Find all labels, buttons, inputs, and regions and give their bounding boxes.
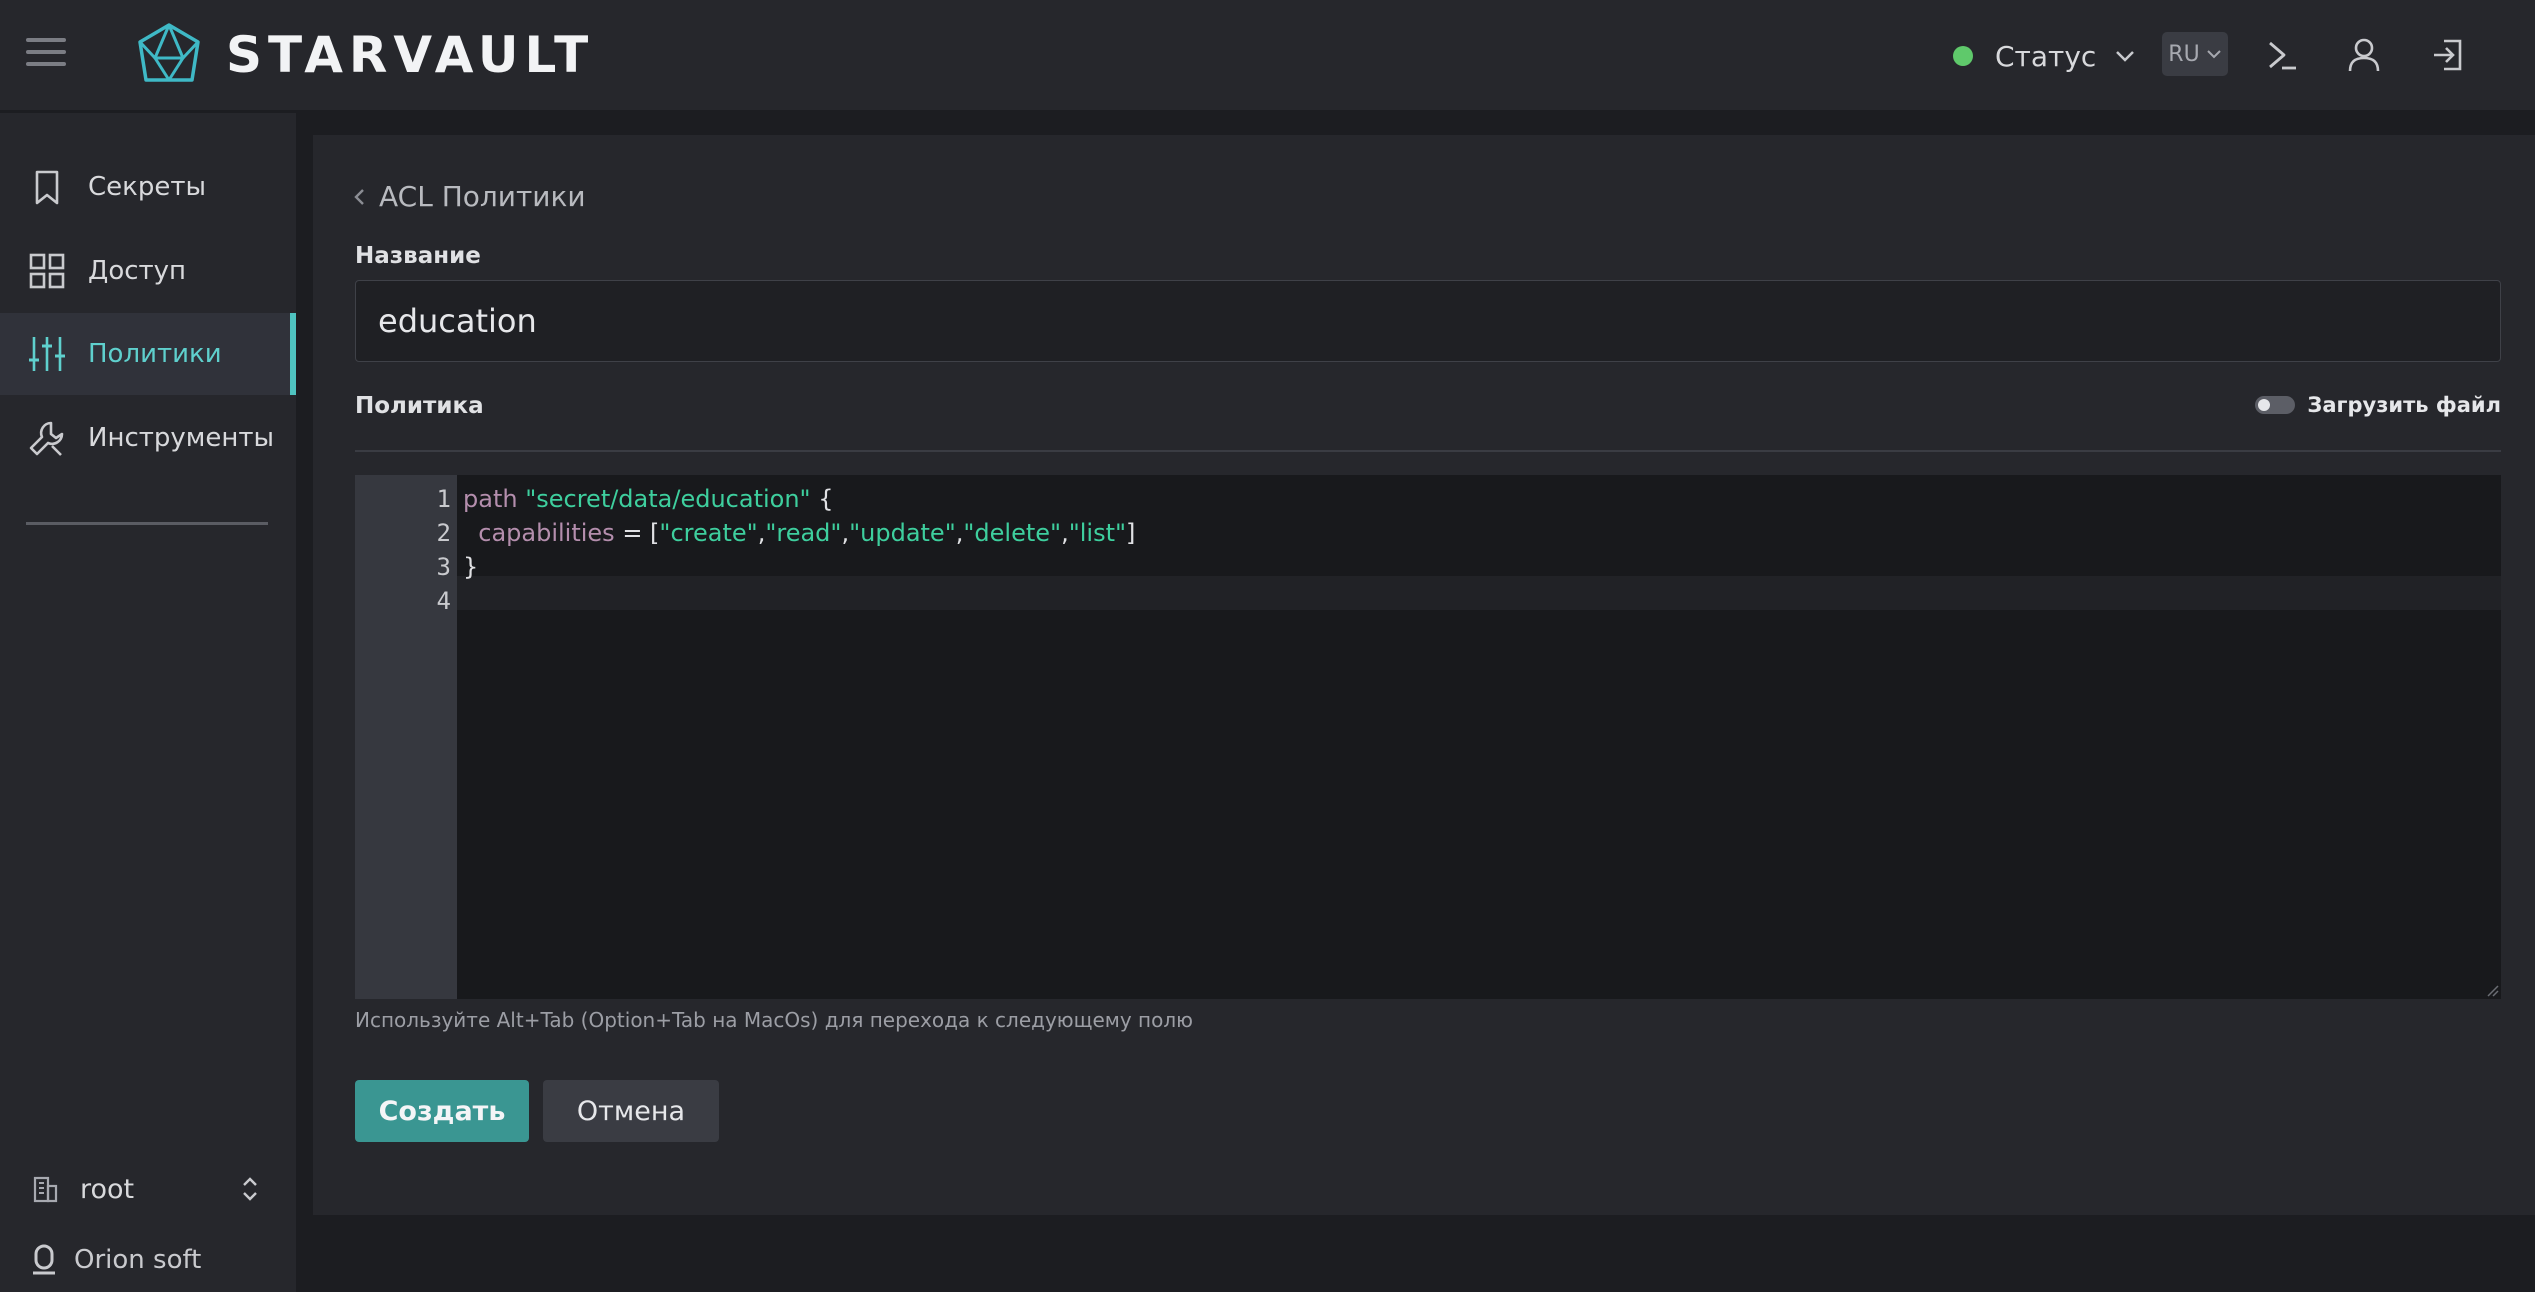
code-token: ] <box>1126 519 1136 547</box>
upload-file-toggle[interactable]: Загрузить файл <box>2255 393 2501 417</box>
cancel-button[interactable]: Отмена <box>543 1080 719 1142</box>
code-line: path "secret/data/education" { <box>463 485 833 513</box>
sidebar-item-label: Политики <box>88 339 222 369</box>
breadcrumb[interactable]: ACL Политики <box>353 180 586 213</box>
orion-logo-icon <box>33 1244 55 1275</box>
brand-name: STARVAULT <box>226 26 595 84</box>
line-number: 1 <box>436 485 451 513</box>
sidebar-divider <box>26 522 268 525</box>
policy-code-editor[interactable]: 1 2 3 4 path "secret/data/education" { c… <box>355 475 2501 999</box>
code-token: "secret/data/education" <box>525 485 811 513</box>
organization-label: Orion soft <box>74 1245 202 1275</box>
toggle-switch[interactable] <box>2255 396 2296 414</box>
user-icon[interactable] <box>2344 35 2384 75</box>
building-icon <box>33 1176 58 1203</box>
sidebar-item-access[interactable]: Доступ <box>0 230 296 312</box>
policy-name-input[interactable]: education <box>355 280 2501 362</box>
chevron-down-icon <box>2116 51 2135 62</box>
logout-icon[interactable] <box>2428 35 2468 75</box>
sidebar-item-label: Доступ <box>88 256 187 286</box>
top-bar: STARVAULT Статус RU <box>0 0 2535 113</box>
divider <box>355 450 2501 452</box>
editor-hint: Используйте Alt+Tab (Option+Tab на MacOs… <box>355 1008 1193 1032</box>
code-token: } <box>463 553 479 581</box>
code-token: , <box>1061 519 1069 547</box>
chevron-down-icon <box>2206 50 2221 59</box>
chevron-left-icon <box>354 188 364 205</box>
code-token: "delete" <box>963 519 1062 547</box>
name-field-label: Название <box>355 243 481 269</box>
chevron-up-down-icon <box>243 1177 257 1201</box>
active-line-highlight <box>457 576 2501 610</box>
code-token: "create" <box>659 519 758 547</box>
code-token: path <box>463 485 518 513</box>
sidebar-item-label: Секреты <box>88 172 207 202</box>
line-number-gutter: 1 2 3 4 <box>355 475 457 999</box>
organization: Orion soft <box>30 1239 201 1281</box>
language-label: RU <box>2168 41 2200 67</box>
bookmark-icon <box>27 167 67 207</box>
code-line: capabilities = ["create","read","update"… <box>463 519 1135 547</box>
code-token: "list" <box>1068 519 1127 547</box>
sidebar-item-secrets[interactable]: Секреты <box>0 146 296 228</box>
terminal-icon[interactable] <box>2262 35 2302 75</box>
hamburger-menu-icon[interactable] <box>26 38 66 72</box>
code-token: { <box>810 485 834 513</box>
policy-form-panel: ACL Политики Название education Политика… <box>313 135 2535 1215</box>
code-line: } <box>463 553 478 581</box>
sidebar-item-tools[interactable]: Инструменты <box>0 397 296 479</box>
code-token: = [ <box>614 519 660 547</box>
grid-icon <box>27 251 67 291</box>
crystal-logo-icon <box>136 22 202 90</box>
sidebar-item-policies[interactable]: Политики <box>0 313 296 395</box>
sidebar-item-label: Инструменты <box>88 423 275 453</box>
line-number: 3 <box>436 553 451 581</box>
code-token: capabilities <box>463 519 615 547</box>
create-button[interactable]: Создать <box>355 1080 529 1142</box>
sliders-icon <box>27 334 67 374</box>
sidebar: Секреты Доступ Политики Инструменты root… <box>0 113 296 1292</box>
breadcrumb-label: ACL Политики <box>379 180 586 213</box>
code-token: "update" <box>849 519 956 547</box>
wrench-icon <box>27 418 67 458</box>
status-dropdown[interactable]: Статус <box>1953 34 2136 78</box>
namespace-selector[interactable]: root <box>30 1168 260 1210</box>
resize-handle-icon[interactable] <box>2485 983 2499 997</box>
status-label: Статус <box>1995 39 2097 73</box>
namespace-label: root <box>80 1173 135 1205</box>
policy-field-label: Политика <box>355 393 484 419</box>
code-token: , <box>841 519 850 547</box>
status-dot <box>1953 46 1973 66</box>
language-selector[interactable]: RU <box>2162 32 2228 76</box>
code-token: "read" <box>765 519 842 547</box>
line-number: 2 <box>436 519 451 547</box>
upload-file-label: Загрузить файл <box>2307 393 2501 417</box>
line-number: 4 <box>436 587 451 615</box>
